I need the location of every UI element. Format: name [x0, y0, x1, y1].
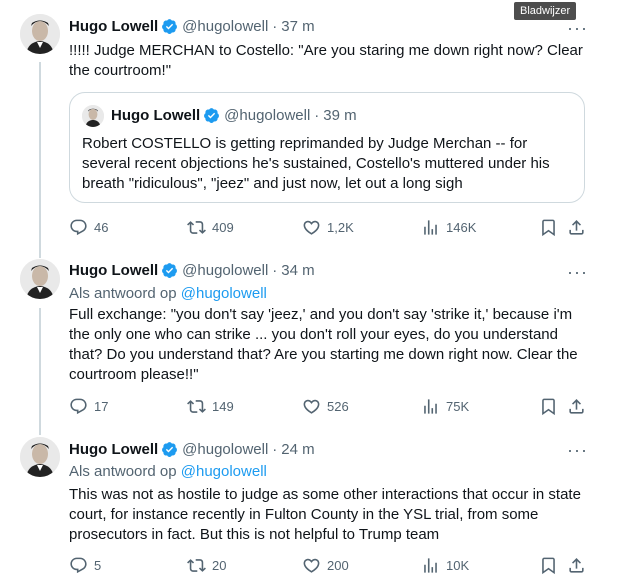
repost-button[interactable]: 409 — [187, 218, 234, 237]
repost-icon — [187, 221, 206, 234]
more-icon[interactable]: ··· — [567, 263, 588, 281]
avatar[interactable] — [20, 437, 60, 477]
like-button[interactable]: 526 — [302, 397, 349, 416]
bookmark-icon — [542, 557, 555, 575]
views-icon — [424, 558, 437, 573]
quoted-timestamp: 39 m — [323, 107, 357, 124]
reply-prefix: Als antwoord op — [69, 285, 177, 302]
repost-button[interactable]: 149 — [187, 397, 234, 416]
repost-count: 20 — [212, 558, 227, 573]
share-button[interactable] — [567, 397, 592, 416]
action-bar: 5 20 200 10K — [69, 556, 591, 578]
reply-button[interactable]: 17 — [69, 397, 108, 416]
separator-dot: · — [314, 107, 320, 124]
verified-badge-icon — [161, 441, 178, 458]
reply-icon — [70, 398, 87, 415]
author-handle[interactable]: @hugolowell — [182, 262, 268, 279]
author-name[interactable]: Hugo Lowell — [69, 262, 158, 279]
repost-count: 149 — [212, 399, 234, 414]
bookmark-icon — [542, 219, 555, 237]
verified-badge-icon — [161, 262, 178, 279]
like-icon — [303, 220, 320, 235]
quoted-author-handle: @hugolowell — [224, 107, 311, 124]
reply-icon — [70, 557, 87, 574]
quoted-avatar — [82, 105, 104, 127]
timestamp[interactable]: 24 m — [281, 441, 314, 458]
reply-context: Als antwoord op @hugolowell — [69, 285, 267, 302]
views-icon — [424, 220, 437, 235]
bookmark-icon — [542, 398, 555, 416]
action-bar: 17 149 526 75K — [69, 397, 591, 419]
like-count: 1,2K — [327, 220, 354, 235]
views-count: 10K — [446, 558, 470, 573]
timestamp[interactable]: 37 m — [281, 18, 314, 35]
separator-dot: · — [272, 441, 278, 458]
verified-badge-icon — [161, 18, 178, 35]
verified-badge-icon — [203, 107, 220, 124]
reply-context: Als antwoord op @hugolowell — [69, 463, 267, 480]
more-icon[interactable]: ··· — [567, 441, 588, 459]
reply-count: 17 — [94, 399, 109, 414]
quoted-header: Hugo Lowell @hugolowell · 39 m — [111, 107, 357, 124]
action-bar: 46 409 1,2K 146K — [69, 218, 591, 240]
like-count: 526 — [327, 399, 349, 414]
quoted-tweet[interactable]: Hugo Lowell @hugolowell · 39 m Robert CO… — [69, 92, 585, 203]
bookmark-button[interactable] — [539, 397, 564, 416]
repost-icon — [187, 400, 206, 413]
reply-count: 46 — [94, 220, 109, 235]
reply-count: 5 — [94, 558, 102, 573]
reply-mention-link[interactable]: @hugolowell — [181, 463, 267, 480]
tweet-header: Hugo Lowell @hugolowell · 34 m — [69, 262, 315, 279]
views-icon — [424, 399, 437, 414]
share-icon — [569, 558, 584, 573]
tweet-text: This was not as hostile to judge as some… — [69, 486, 581, 543]
reply-icon — [70, 219, 87, 236]
reply-mention-link[interactable]: @hugolowell — [181, 285, 267, 302]
share-button[interactable] — [567, 218, 592, 237]
like-icon — [303, 558, 320, 573]
separator-dot: · — [272, 262, 278, 279]
tweet-text: Full exchange: "you don't say 'jeez,' an… — [69, 306, 578, 383]
repost-count: 409 — [212, 220, 234, 235]
like-count: 200 — [327, 558, 349, 573]
like-button[interactable]: 1,2K — [302, 218, 354, 237]
tweet-header: Hugo Lowell @hugolowell · 37 m — [69, 18, 315, 35]
quoted-text: Robert COSTELLO is getting reprimanded b… — [82, 135, 550, 192]
views-count: 146K — [446, 220, 477, 235]
views-button[interactable]: 146K — [421, 218, 476, 237]
tweet-text: !!!!! Judge MERCHAN to Costello: "Are yo… — [69, 42, 583, 79]
share-button[interactable] — [567, 556, 592, 575]
repost-button[interactable]: 20 — [187, 556, 226, 575]
separator-dot: · — [272, 18, 278, 35]
tweet-header: Hugo Lowell @hugolowell · 24 m — [69, 441, 315, 458]
repost-icon — [187, 559, 206, 572]
author-handle[interactable]: @hugolowell — [182, 18, 268, 35]
quoted-author-name: Hugo Lowell — [111, 107, 201, 124]
bookmark-tooltip: Bladwijzer — [514, 2, 577, 20]
share-icon — [569, 399, 584, 414]
reply-prefix: Als antwoord op — [69, 463, 177, 480]
avatar[interactable] — [20, 14, 60, 54]
thread-line — [39, 308, 41, 435]
timestamp[interactable]: 34 m — [281, 262, 314, 279]
like-button[interactable]: 200 — [302, 556, 349, 575]
avatar[interactable] — [20, 259, 60, 299]
share-icon — [569, 220, 584, 235]
views-button[interactable]: 10K — [421, 556, 469, 575]
author-name[interactable]: Hugo Lowell — [69, 18, 158, 35]
thread-line — [39, 62, 41, 258]
author-name[interactable]: Hugo Lowell — [69, 441, 158, 458]
views-button[interactable]: 75K — [421, 397, 469, 416]
reply-button[interactable]: 5 — [69, 556, 101, 575]
views-count: 75K — [446, 399, 470, 414]
like-icon — [303, 399, 320, 414]
more-icon[interactable]: ··· — [567, 19, 588, 37]
author-handle[interactable]: @hugolowell — [182, 441, 268, 458]
reply-button[interactable]: 46 — [69, 218, 108, 237]
bookmark-button[interactable] — [539, 218, 564, 237]
bookmark-button[interactable] — [539, 556, 564, 575]
